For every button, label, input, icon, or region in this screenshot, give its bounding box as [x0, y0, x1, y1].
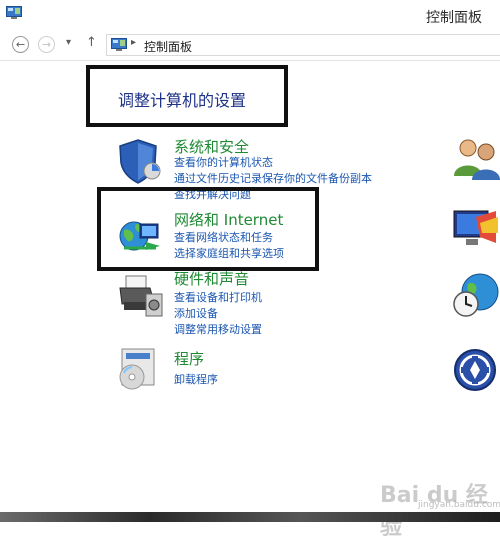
category-title-hardware-sound[interactable]: 硬件和声音 [174, 268, 249, 289]
annotation-box-network [97, 187, 319, 271]
breadcrumb-separator-icon[interactable]: ▸ [131, 37, 136, 48]
navigation-bar: ← → ▾ ↑ ▸ 控制面板 [0, 30, 500, 61]
clock-globe-icon[interactable] [450, 270, 500, 320]
category-title-programs[interactable]: 程序 [174, 348, 204, 369]
shield-icon [119, 139, 161, 184]
link-add-device[interactable]: 添加设备 [174, 305, 218, 321]
link-file-history-backup[interactable]: 通过文件历史记录保存你的文件备份副本 [174, 170, 372, 186]
control-panel-icon [6, 6, 22, 19]
ease-of-access-icon[interactable] [450, 345, 500, 395]
window-title: 控制面板 [426, 10, 482, 26]
back-button[interactable]: ← [12, 36, 29, 53]
title-bar: 控制面板 [0, 0, 500, 30]
forward-button[interactable]: → [38, 36, 55, 53]
printer-icon [119, 275, 163, 317]
annotation-box-heading [86, 65, 288, 127]
programs-icon [119, 348, 155, 390]
link-devices-printers[interactable]: 查看设备和打印机 [174, 289, 262, 305]
address-bar[interactable]: ▸ 控制面板 [106, 34, 500, 56]
breadcrumb-control-panel[interactable]: 控制面板 [144, 38, 192, 55]
link-uninstall-program[interactable]: 卸载程序 [174, 371, 218, 387]
user-accounts-icon[interactable] [450, 134, 500, 184]
recent-locations-dropdown[interactable]: ▾ [66, 37, 71, 48]
baidu-watermark-url: jingyan.baidu.com [418, 500, 500, 510]
control-panel-icon [111, 38, 127, 51]
link-mobility-settings[interactable]: 调整常用移动设置 [174, 321, 262, 337]
appearance-icon[interactable] [450, 203, 500, 253]
link-view-computer-status[interactable]: 查看你的计算机状态 [174, 154, 273, 170]
up-button[interactable]: ↑ [86, 35, 97, 50]
taskbar-strip [0, 512, 500, 522]
